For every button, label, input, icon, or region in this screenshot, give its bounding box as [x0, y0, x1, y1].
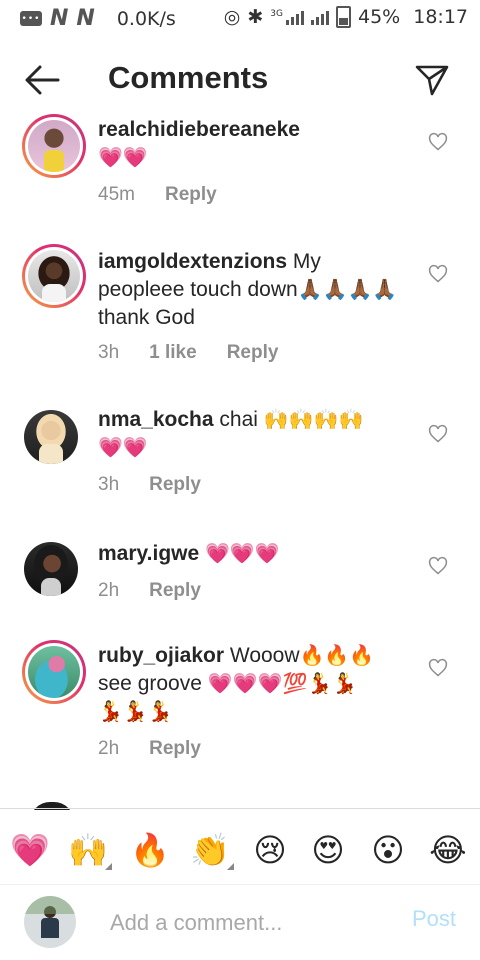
avatar[interactable]	[24, 410, 78, 464]
comment-emoji: 💗💗	[98, 147, 148, 169]
comment-item: ruby_ojiakor Wooow🔥🔥🔥 see groove 💗💗💗💯💃💃 …	[0, 638, 480, 788]
comment-text: Wooow	[224, 644, 300, 667]
comment-emoji: 💗💗💗	[205, 543, 280, 565]
emoji-surprised-button[interactable]: 😮	[366, 828, 410, 872]
comment-username[interactable]: nma_kocha	[98, 408, 214, 431]
share-button[interactable]	[414, 62, 450, 98]
bluetooth-icon: ✱	[247, 6, 264, 28]
comment-composer: Post	[0, 892, 480, 952]
emoji-raised-hands-button[interactable]: 🙌	[66, 828, 112, 872]
comment-emoji: 🙏🏾🙏🏾🙏🏾🙏🏾	[297, 279, 398, 301]
comment-item: realchidiebereaneke 💗💗 45m Reply	[0, 110, 480, 220]
emoji-heart-button[interactable]: 💗	[8, 828, 52, 872]
avatar[interactable]	[22, 114, 86, 178]
emoji-clap-button[interactable]: 👏	[188, 828, 234, 872]
skin-tone-indicator-icon	[105, 863, 112, 870]
like-heart-icon[interactable]	[428, 658, 448, 678]
comment-time: 3h	[98, 342, 120, 363]
divider	[0, 884, 480, 885]
comment-username[interactable]: mary.igwe	[98, 542, 199, 565]
avatar[interactable]	[24, 542, 78, 596]
comment-item: mary.igwe 💗💗💗 2h Reply	[0, 540, 480, 630]
comment-time: 2h	[98, 580, 120, 601]
status-left: ••• N N 0.0K/s	[20, 6, 176, 31]
comment-text-continued: see groove	[98, 672, 208, 695]
comment-username[interactable]: realchidiebereaneke	[98, 118, 300, 141]
comment-meta: 45m Reply	[98, 184, 217, 206]
comment-input[interactable]	[108, 904, 392, 942]
avatar-photo	[28, 120, 80, 172]
comment-item: nma_kocha chai 🙌🙌🙌🙌 💗💗 3h Reply	[0, 406, 480, 516]
reply-button[interactable]: Reply	[227, 342, 279, 364]
reply-button[interactable]: Reply	[149, 580, 201, 602]
hotspot-icon: ◎	[223, 6, 241, 28]
page-title: Comments	[108, 60, 269, 95]
comment-emoji: 💗💗	[98, 437, 148, 459]
comment-meta: 3h 1 like Reply	[98, 342, 278, 364]
like-heart-icon[interactable]	[428, 424, 448, 444]
comment-meta: 2h Reply	[98, 738, 201, 760]
message-icon: •••	[20, 11, 42, 26]
signal-icon-2	[311, 9, 329, 25]
back-button[interactable]	[24, 64, 60, 96]
avatar[interactable]	[22, 244, 86, 308]
comment-meta: 2h Reply	[98, 580, 201, 602]
emoji-crying-button[interactable]: 😢	[248, 828, 292, 872]
signal-icon: 3G	[270, 9, 304, 25]
network-type: 3G	[270, 9, 283, 19]
comment-list[interactable]: realchidiebereaneke 💗💗 45m Reply iamgold…	[0, 110, 480, 810]
send-icon	[415, 65, 449, 96]
avatar-photo	[28, 646, 80, 698]
reply-button[interactable]: Reply	[165, 184, 217, 206]
network-speed: 0.0K/s	[116, 7, 176, 30]
like-heart-icon[interactable]	[428, 132, 448, 152]
like-count-button[interactable]: 1 like	[149, 342, 197, 364]
notification-n-icon: N	[50, 6, 69, 31]
divider	[0, 808, 480, 809]
comment-time: 3h	[98, 474, 120, 495]
comment-text: chai	[213, 408, 264, 431]
comment-time: 45m	[98, 184, 135, 205]
comment-emoji: 🙌🙌🙌🙌	[263, 409, 364, 431]
reply-button[interactable]: Reply	[149, 738, 201, 760]
header: Comments	[0, 52, 480, 112]
comment-text-continued: thank God	[98, 306, 195, 329]
avatar[interactable]	[22, 640, 86, 704]
avatar-photo	[24, 410, 78, 464]
avatar-photo	[28, 250, 80, 302]
arrow-left-icon	[25, 65, 60, 95]
comment-username[interactable]: ruby_ojiakor	[98, 644, 224, 667]
my-avatar	[24, 896, 76, 948]
comment-username[interactable]: iamgoldextenzions	[98, 250, 287, 273]
post-button[interactable]: Post	[412, 906, 456, 932]
clock: 18:17	[413, 6, 468, 28]
emoji-heart-eyes-button[interactable]: 😍	[306, 828, 350, 872]
emoji-quick-bar: 💗 🙌 🔥 👏 😢 😍 😮 😂	[0, 822, 480, 878]
comment-item: iamgoldextenzions My peopleee touch down…	[0, 240, 480, 380]
status-bar: ••• N N 0.0K/s ◎ ✱ 3G 45% 18:17	[0, 0, 480, 38]
status-right: ◎ ✱ 3G 45% 18:17	[224, 6, 468, 28]
like-heart-icon[interactable]	[428, 556, 448, 576]
emoji-laughing-button[interactable]: 😂	[426, 828, 470, 872]
comment-emoji: 💃💃💃	[98, 701, 173, 723]
comment-emoji: 💗💗💗💯💃💃	[207, 673, 358, 695]
comment-time: 2h	[98, 738, 120, 759]
comment-emoji: 🔥🔥🔥	[299, 645, 375, 667]
avatar-photo	[24, 542, 78, 596]
emoji-fire-button[interactable]: 🔥	[128, 828, 172, 872]
battery-icon	[336, 6, 351, 28]
battery-level: 45%	[358, 6, 401, 28]
notification-n-icon: N	[76, 6, 95, 31]
skin-tone-indicator-icon	[227, 863, 234, 870]
reply-button[interactable]: Reply	[149, 474, 201, 496]
comment-meta: 3h Reply	[98, 474, 201, 496]
like-heart-icon[interactable]	[428, 264, 448, 284]
